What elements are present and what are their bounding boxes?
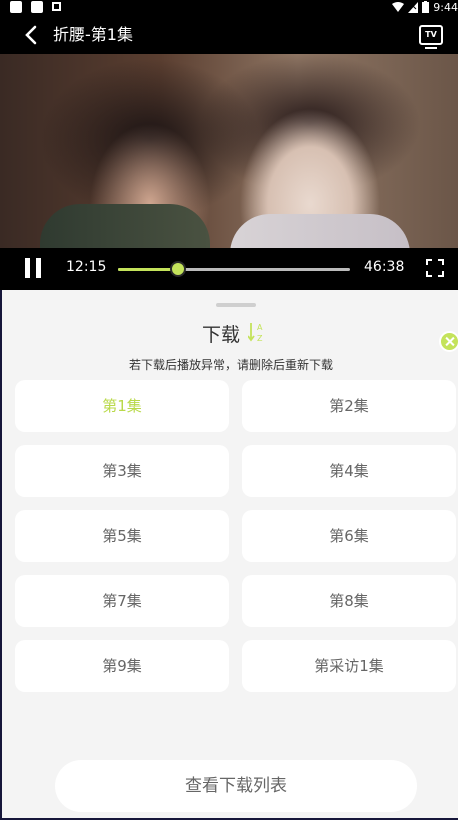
page-title: 折腰-第1集: [53, 25, 133, 44]
download-notice: 若下载后播放异常，请删除后重新下载: [128, 358, 333, 372]
episode-button[interactable]: 第8集: [242, 575, 456, 627]
video-scene: [40, 204, 210, 254]
status-time: 9:44: [433, 0, 458, 14]
sheet-drag-handle[interactable]: [216, 303, 256, 307]
current-time: 12:15: [66, 259, 107, 275]
video-frame[interactable]: [0, 54, 458, 254]
progress-fill: [118, 268, 179, 271]
download-sheet: 下载 A Z 若下载后播放异常，请删除后重新下载 第1集 第2集 第3集 第4集…: [0, 290, 458, 820]
total-time: 46:38: [364, 259, 405, 275]
episode-button[interactable]: 第9集: [15, 640, 229, 692]
svg-text:Z: Z: [257, 334, 263, 343]
episode-button[interactable]: 第采访1集: [242, 640, 456, 692]
player-controls: 12:15 46:38: [0, 248, 458, 290]
signal-icon: [408, 1, 419, 13]
battery-icon: [422, 1, 430, 13]
episode-button[interactable]: 第5集: [15, 510, 229, 562]
back-arrow-icon[interactable]: [22, 24, 42, 46]
episode-button[interactable]: 第1集: [15, 380, 229, 432]
episode-button[interactable]: 第6集: [242, 510, 456, 562]
wifi-icon: [392, 2, 405, 12]
episode-button[interactable]: 第3集: [15, 445, 229, 497]
progress-bar[interactable]: [118, 261, 350, 277]
notification-icon: [10, 1, 22, 13]
status-bar: 9:44: [0, 0, 458, 14]
episode-button[interactable]: 第2集: [242, 380, 456, 432]
episode-button[interactable]: 第4集: [242, 445, 456, 497]
view-download-list-button[interactable]: 查看下载列表: [55, 760, 417, 812]
progress-handle[interactable]: [170, 261, 187, 277]
episode-button[interactable]: 第7集: [15, 575, 229, 627]
fullscreen-icon[interactable]: [426, 259, 444, 277]
tv-cast-icon[interactable]: TV: [419, 25, 443, 49]
sheet-title: 下载: [202, 324, 241, 346]
video-player[interactable]: 12:15 46:38: [0, 54, 458, 290]
qr-icon: [52, 2, 61, 11]
notification-icon: [31, 1, 43, 13]
top-bar: 折腰-第1集 TV: [0, 14, 458, 54]
close-sheet-icon[interactable]: [439, 331, 458, 352]
sort-az-icon[interactable]: A Z: [248, 321, 266, 343]
pause-icon[interactable]: [24, 258, 42, 278]
svg-text:A: A: [257, 323, 263, 332]
